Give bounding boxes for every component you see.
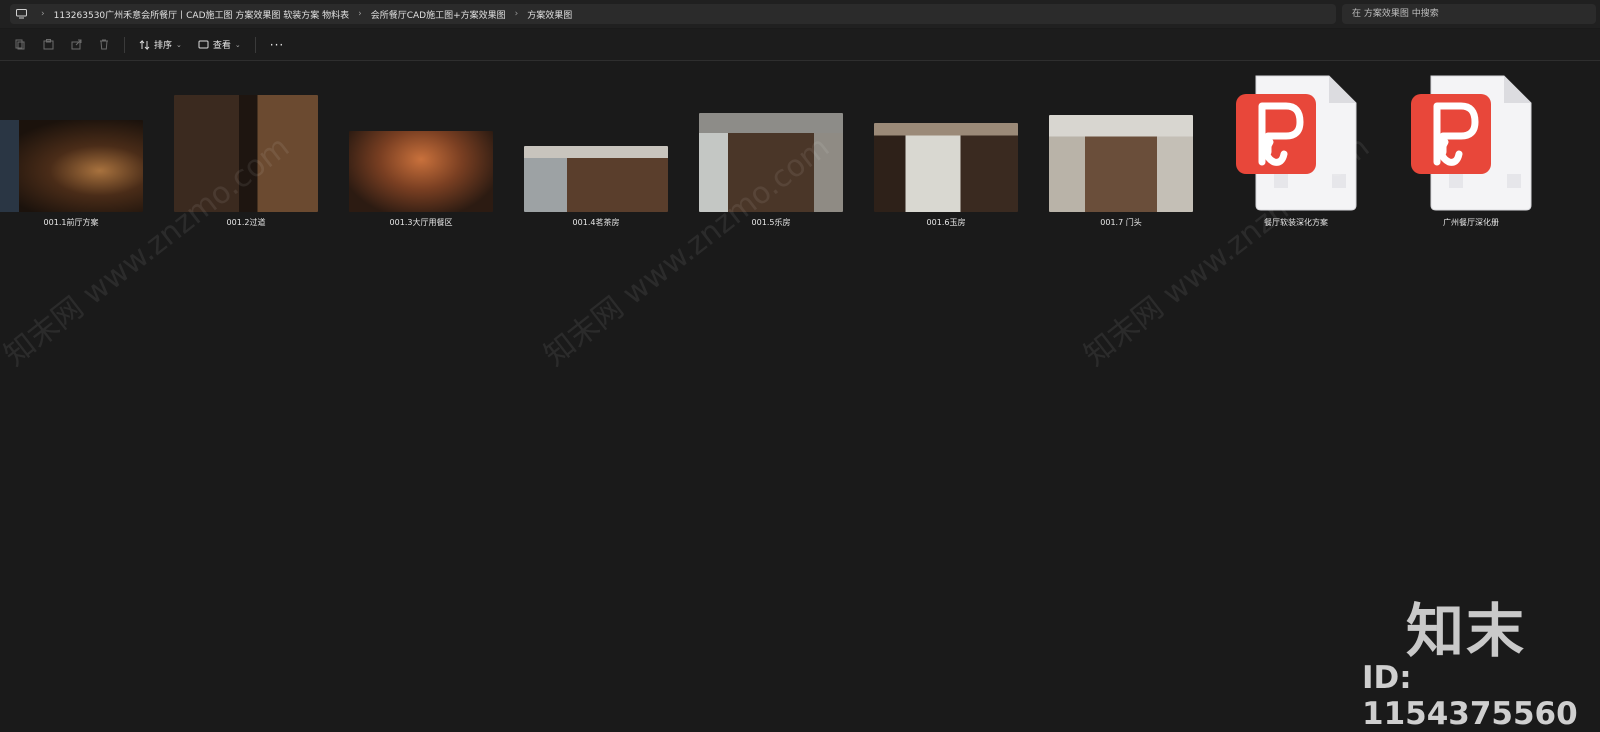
view-icon: [198, 40, 209, 48]
image-thumbnail: [1049, 115, 1193, 212]
file-item[interactable]: 001.6玉房: [873, 123, 1019, 228]
chevron-down-icon: ⌄: [176, 40, 182, 49]
file-item[interactable]: 001.3大厅用餐区: [348, 131, 494, 228]
view-label: 查看: [212, 41, 231, 51]
file-item[interactable]: 001.4茗茶房: [523, 146, 669, 228]
delete-icon[interactable]: [90, 34, 118, 56]
chevron-right-icon: ›: [358, 9, 362, 19]
file-name: 001.7 门头: [1100, 218, 1142, 227]
sort-button[interactable]: 排序 ⌄: [131, 34, 190, 56]
breadcrumb-item-current[interactable]: 方案效果图: [527, 8, 572, 21]
toolbar-divider: [254, 36, 256, 53]
file-name: 广州餐厅深化册: [1443, 218, 1499, 227]
file-name: 001.6玉房: [926, 218, 966, 227]
search-input[interactable]: [1342, 4, 1596, 24]
file-name: 001.2过道: [226, 218, 266, 227]
image-thumbnail: [874, 123, 1018, 212]
view-button[interactable]: 查看 ⌄: [190, 34, 249, 56]
address-bar[interactable]: › 113263530广州禾意会所餐厅丨CAD施工图 方案效果图 软装方案 物料…: [10, 4, 1336, 24]
command-bar: 排序 ⌄ 查看 ⌄ ···: [0, 29, 1600, 61]
more-options-button[interactable]: ···: [262, 38, 292, 52]
paste-icon[interactable]: [34, 34, 62, 56]
sort-label: 排序: [154, 41, 173, 51]
pdf-file-icon: [1411, 75, 1532, 211]
file-item[interactable]: 广州餐厅深化册: [1398, 74, 1544, 228]
toolbar-divider: [124, 36, 125, 53]
sort-icon: [139, 39, 150, 50]
computer-icon[interactable]: [10, 9, 32, 19]
watermark-brand: 知末: [1406, 597, 1527, 665]
chevron-right-icon: ›: [41, 9, 45, 19]
copy-icon[interactable]: [6, 34, 34, 56]
image-thumbnail: [524, 146, 668, 212]
chevron-right-icon: ›: [514, 9, 519, 19]
chevron-down-icon: ⌄: [234, 40, 241, 49]
file-item[interactable]: 001.1前厅方案: [0, 120, 144, 228]
title-bar: › 113263530广州禾意会所餐厅丨CAD施工图 方案效果图 软装方案 物料…: [0, 0, 1600, 28]
file-name: 001.4茗茶房: [572, 218, 620, 227]
breadcrumb-item-root[interactable]: 113263530广州禾意会所餐厅丨CAD施工图 方案效果图 软装方案 物料表: [54, 8, 350, 21]
file-item[interactable]: 001.7 门头: [1048, 115, 1194, 228]
file-name: 001.1前厅方案: [43, 218, 99, 227]
image-thumbnail: [0, 120, 143, 212]
breadcrumb-item-folder[interactable]: 会所餐厅CAD施工图+方案效果图: [371, 8, 506, 21]
image-thumbnail: [349, 131, 493, 212]
watermark-id: ID: 1154375560: [1362, 660, 1578, 732]
share-icon[interactable]: [62, 34, 90, 56]
file-name: 001.3大厅用餐区: [389, 218, 453, 227]
